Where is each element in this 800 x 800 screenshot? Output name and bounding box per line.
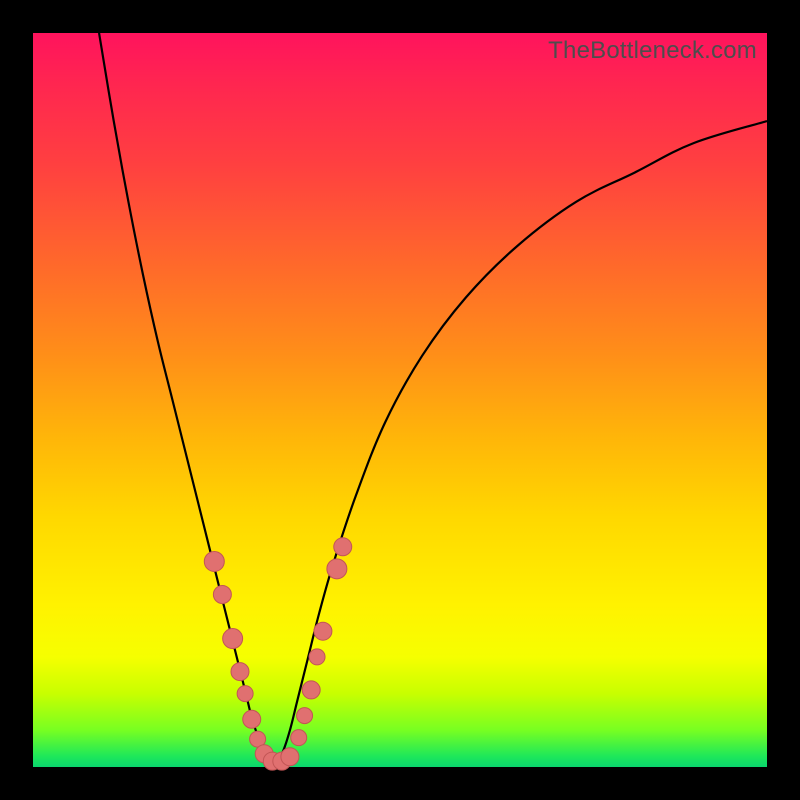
- chart-frame: TheBottleneck.com: [0, 0, 800, 800]
- data-marker: [297, 708, 313, 724]
- data-marker: [281, 748, 299, 766]
- data-marker: [243, 710, 261, 728]
- data-marker: [334, 538, 352, 556]
- data-marker: [327, 559, 347, 579]
- data-marker: [237, 686, 253, 702]
- data-markers: [204, 538, 351, 770]
- curve-right-branch: [275, 121, 767, 763]
- plot-area: TheBottleneck.com: [33, 33, 767, 767]
- data-marker: [302, 681, 320, 699]
- data-marker: [291, 730, 307, 746]
- data-marker: [309, 649, 325, 665]
- data-marker: [223, 629, 243, 649]
- data-marker: [213, 586, 231, 604]
- data-marker: [204, 551, 224, 571]
- curve-left-branch: [99, 33, 275, 763]
- watermark-text: TheBottleneck.com: [548, 37, 757, 65]
- chart-svg: [33, 33, 767, 767]
- data-marker: [231, 663, 249, 681]
- data-marker: [314, 622, 332, 640]
